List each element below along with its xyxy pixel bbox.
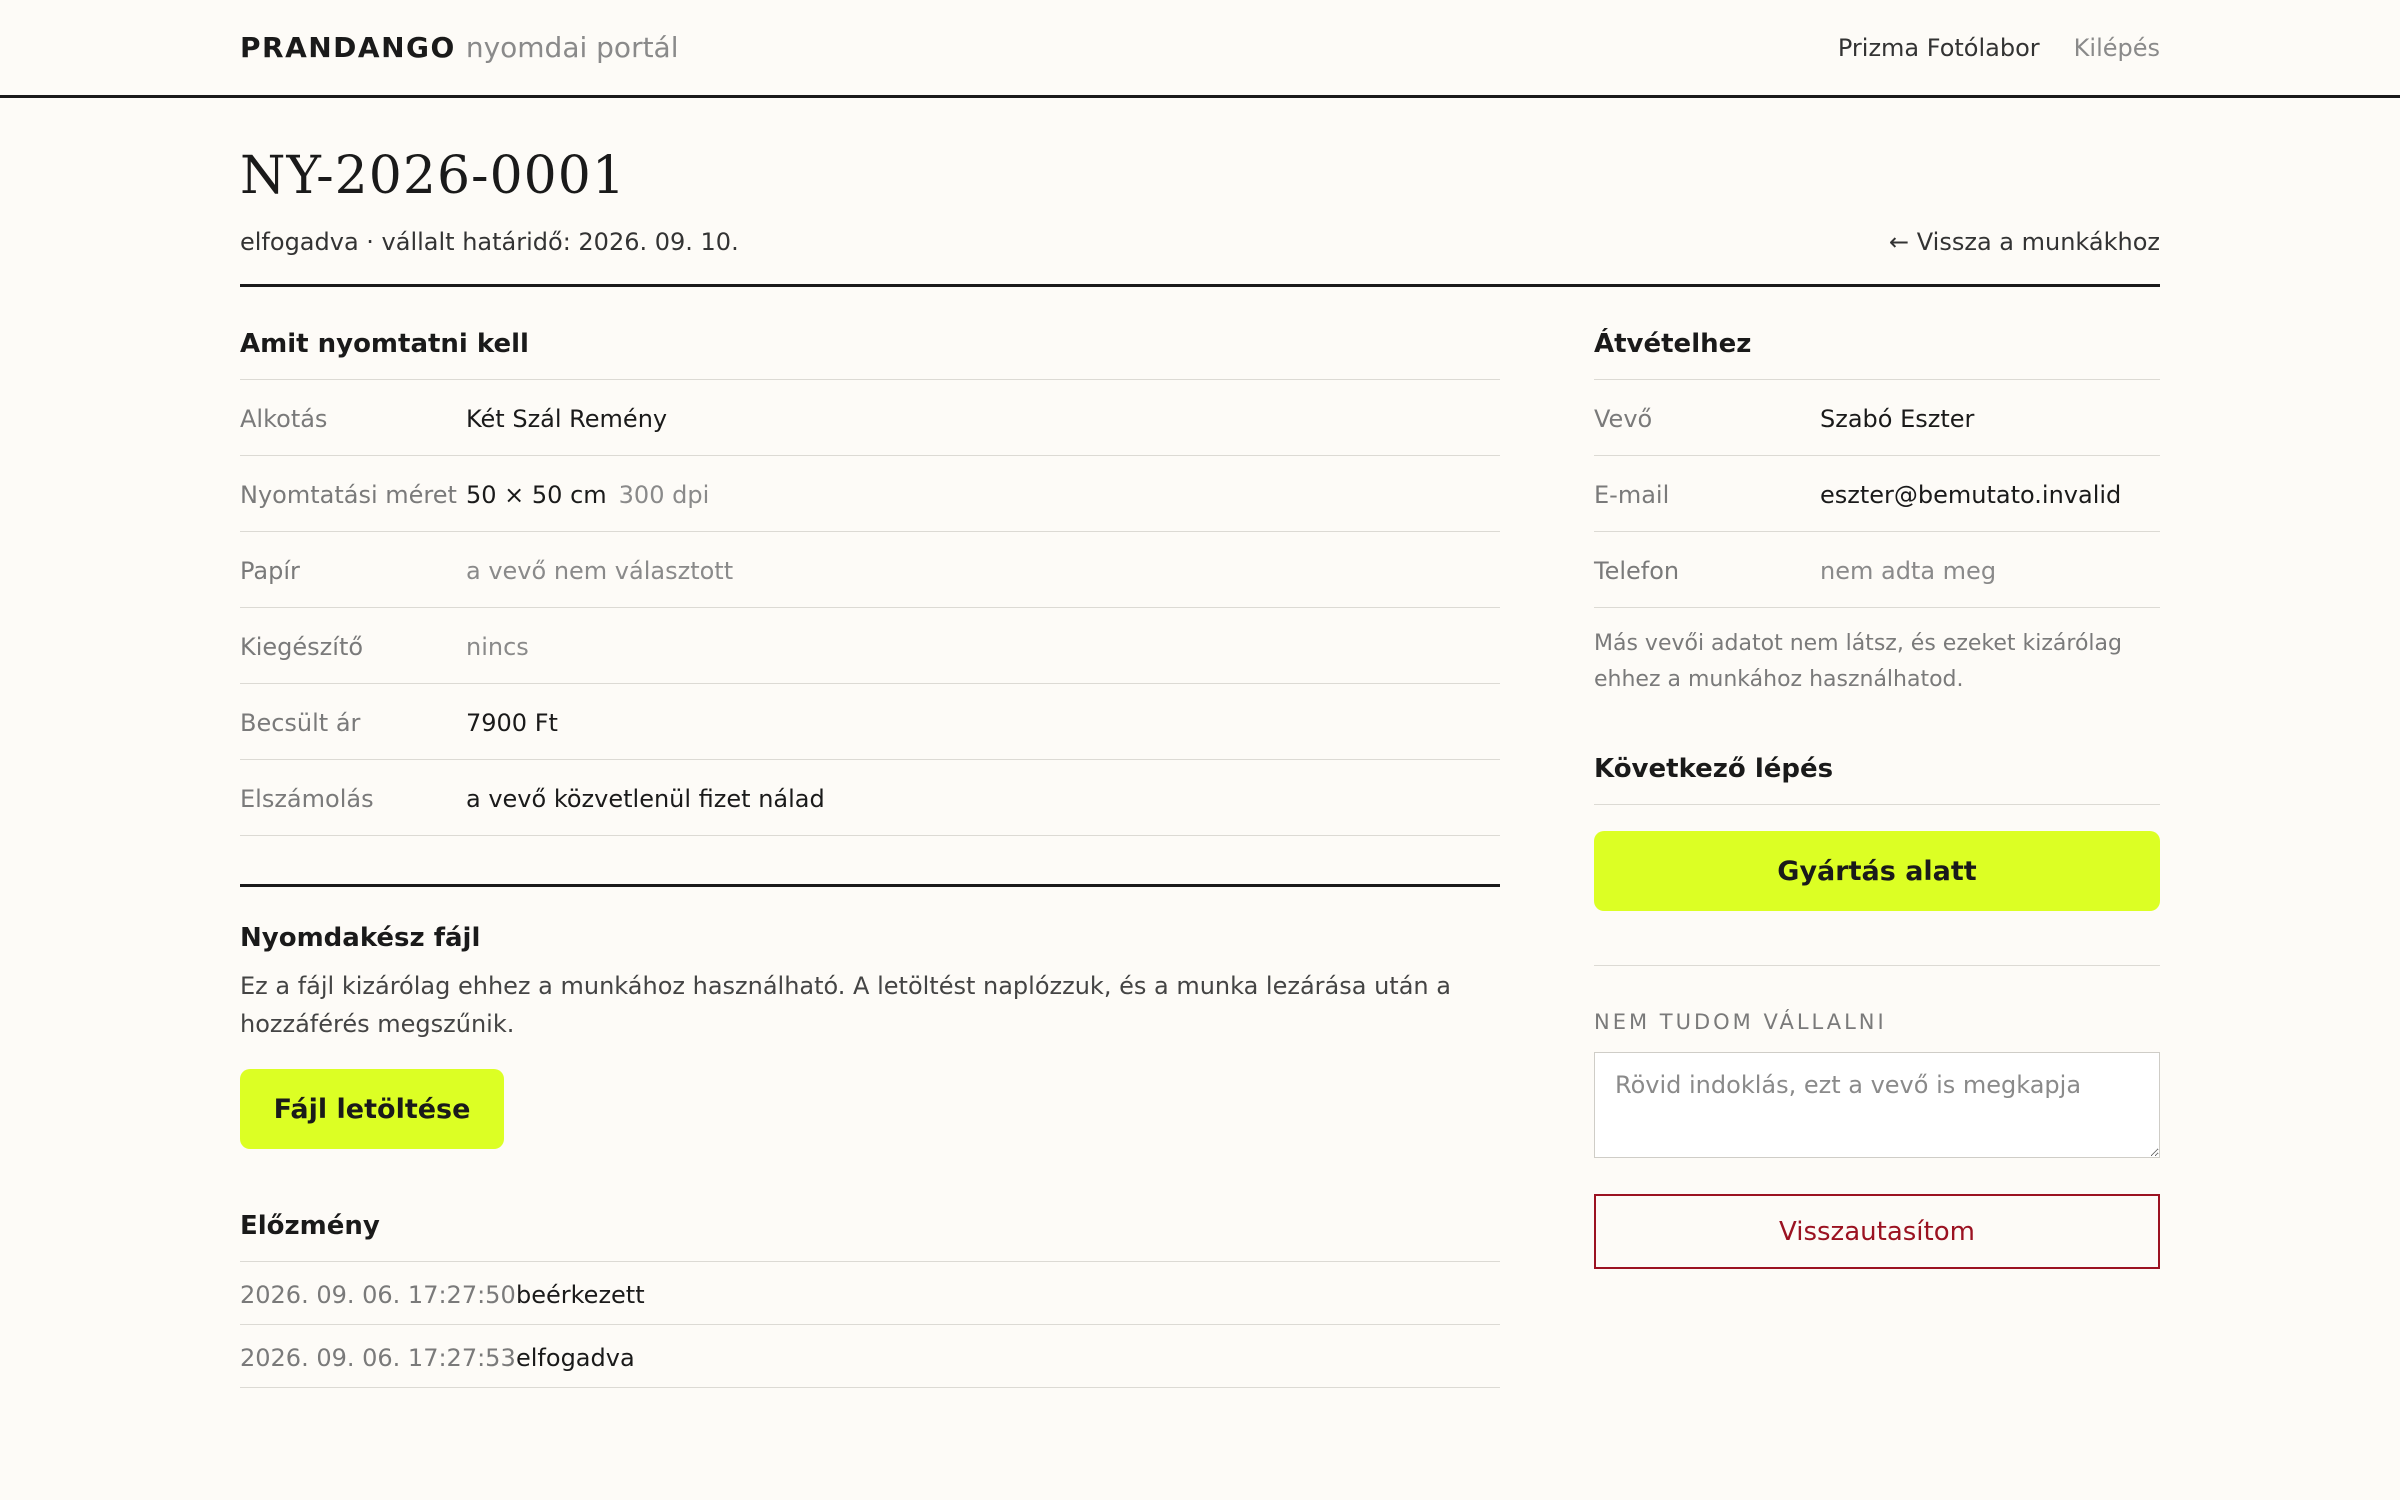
- history-timestamp: 2026. 09. 06. 17:27:53: [240, 1344, 516, 1372]
- right-column: Átvételhez Vevő Szabó Eszter E-mail eszt…: [1594, 317, 2160, 1388]
- detail-row-billing: Elszámolás a vevő közvetlenül fizet nála…: [240, 760, 1500, 836]
- next-step-title: Következő lépés: [1594, 742, 2160, 805]
- detail-row-price: Becsült ár 7900 Ft: [240, 684, 1500, 760]
- brand-subtitle: nyomdai portál: [465, 31, 679, 64]
- detail-label: Papír: [240, 557, 300, 585]
- detail-value: a vevő nem választott: [466, 557, 734, 585]
- history-section: Előzmény 2026. 09. 06. 17:27:50 beérkeze…: [240, 1199, 1500, 1388]
- pickup-value: nem adta meg: [1820, 557, 1997, 585]
- detail-label: Nyomtatási méret: [240, 481, 457, 509]
- detail-row-accessory: Kiegészítő nincs: [240, 608, 1500, 684]
- history-title: Előzmény: [240, 1199, 1500, 1262]
- print-file-note: Ez a fájl kizárólag ehhez a munkához has…: [240, 972, 1451, 1038]
- detail-value-group: 50 × 50 cm 300 dpi: [466, 478, 1500, 513]
- pickup-row-phone: Telefon nem adta meg: [1594, 532, 2160, 608]
- top-bar: PRANDANGO nyomdai portál Prizma Fotólabor…: [0, 0, 2400, 98]
- next-step-section: Következő lépés Gyártás alatt: [1594, 742, 2160, 911]
- detail-row-paper: Papír a vevő nem választott: [240, 532, 1500, 608]
- main-content: NY-2026-0001 elfogadva · vállalt határid…: [0, 98, 2400, 1388]
- pickup-row-email: E-mail eszter@bemutato.invalid: [1594, 456, 2160, 532]
- brand: PRANDANGO nyomdai portál: [240, 31, 679, 64]
- history-row: 2026. 09. 06. 17:27:50 beérkezett: [240, 1262, 1500, 1325]
- history-row: 2026. 09. 06. 17:27:53 elfogadva: [240, 1325, 1500, 1388]
- pickup-label: Vevő: [1594, 405, 1653, 433]
- detail-label: Kiegészítő: [240, 633, 364, 661]
- detail-value: Két Szál Remény: [466, 405, 668, 433]
- pickup-title: Átvételhez: [1594, 317, 2160, 380]
- detail-dpi: 300 dpi: [618, 481, 710, 509]
- detail-value: 7900 Ft: [466, 709, 558, 737]
- pickup-label: E-mail: [1594, 481, 1670, 509]
- pickup-value: eszter@bemutato.invalid: [1820, 481, 2122, 509]
- reject-button[interactable]: Visszautasítom: [1594, 1194, 2160, 1269]
- detail-row-artwork: Alkotás Két Szál Remény: [240, 380, 1500, 456]
- decline-label: NEM TUDOM VÁLLALNI: [1594, 1010, 1887, 1034]
- studio-name: Prizma Fotólabor: [1837, 33, 2040, 62]
- order-subline: elfogadva · vállalt határidő: 2026. 09. …: [240, 228, 2160, 256]
- history-event: elfogadva: [516, 1344, 635, 1372]
- detail-value: 50 × 50 cm: [466, 481, 607, 509]
- history-timestamp: 2026. 09. 06. 17:27:50: [240, 1281, 516, 1309]
- download-file-button[interactable]: Fájl letöltése: [240, 1069, 504, 1149]
- left-column: Amit nyomtatni kell Alkotás Két Szál Rem…: [240, 317, 1500, 1388]
- back-to-jobs-link[interactable]: ← Vissza a munkákhoz: [1889, 228, 2160, 256]
- history-event: beérkezett: [516, 1281, 645, 1309]
- pickup-row-buyer: Vevő Szabó Eszter: [1594, 380, 2160, 456]
- logout-link[interactable]: Kilépés: [2074, 34, 2160, 62]
- order-id: NY-2026-0001: [240, 146, 626, 206]
- order-status-line: elfogadva · vállalt határidő: 2026. 09. …: [240, 228, 739, 256]
- print-file-section: Nyomdakész fájl Ez a fájl kizárólag ehhe…: [240, 884, 1500, 1149]
- detail-label: Becsült ár: [240, 709, 361, 737]
- pickup-value: Szabó Eszter: [1820, 405, 1975, 433]
- decline-reason-input[interactable]: [1594, 1052, 2160, 1158]
- pickup-label: Telefon: [1594, 557, 1680, 585]
- top-nav: Prizma Fotólabor Kilépés: [1838, 34, 2160, 62]
- divider: [1594, 965, 2160, 966]
- brand-name: PRANDANGO: [240, 31, 456, 64]
- order-header: NY-2026-0001 elfogadva · vállalt határid…: [240, 98, 2160, 287]
- detail-value: nincs: [466, 633, 529, 661]
- privacy-note: Más vevői adatot nem látsz, és ezeket ki…: [1594, 631, 2122, 692]
- detail-value: a vevő közvetlenül fizet nálad: [466, 785, 825, 813]
- two-columns: Amit nyomtatni kell Alkotás Két Szál Rem…: [240, 317, 2160, 1388]
- detail-row-print-size: Nyomtatási méret 50 × 50 cm 300 dpi: [240, 456, 1500, 532]
- in-production-button[interactable]: Gyártás alatt: [1594, 831, 2160, 911]
- print-file-title: Nyomdakész fájl: [240, 923, 481, 953]
- detail-label: Alkotás: [240, 405, 328, 433]
- detail-label: Elszámolás: [240, 785, 374, 813]
- print-details-title: Amit nyomtatni kell: [240, 317, 1500, 380]
